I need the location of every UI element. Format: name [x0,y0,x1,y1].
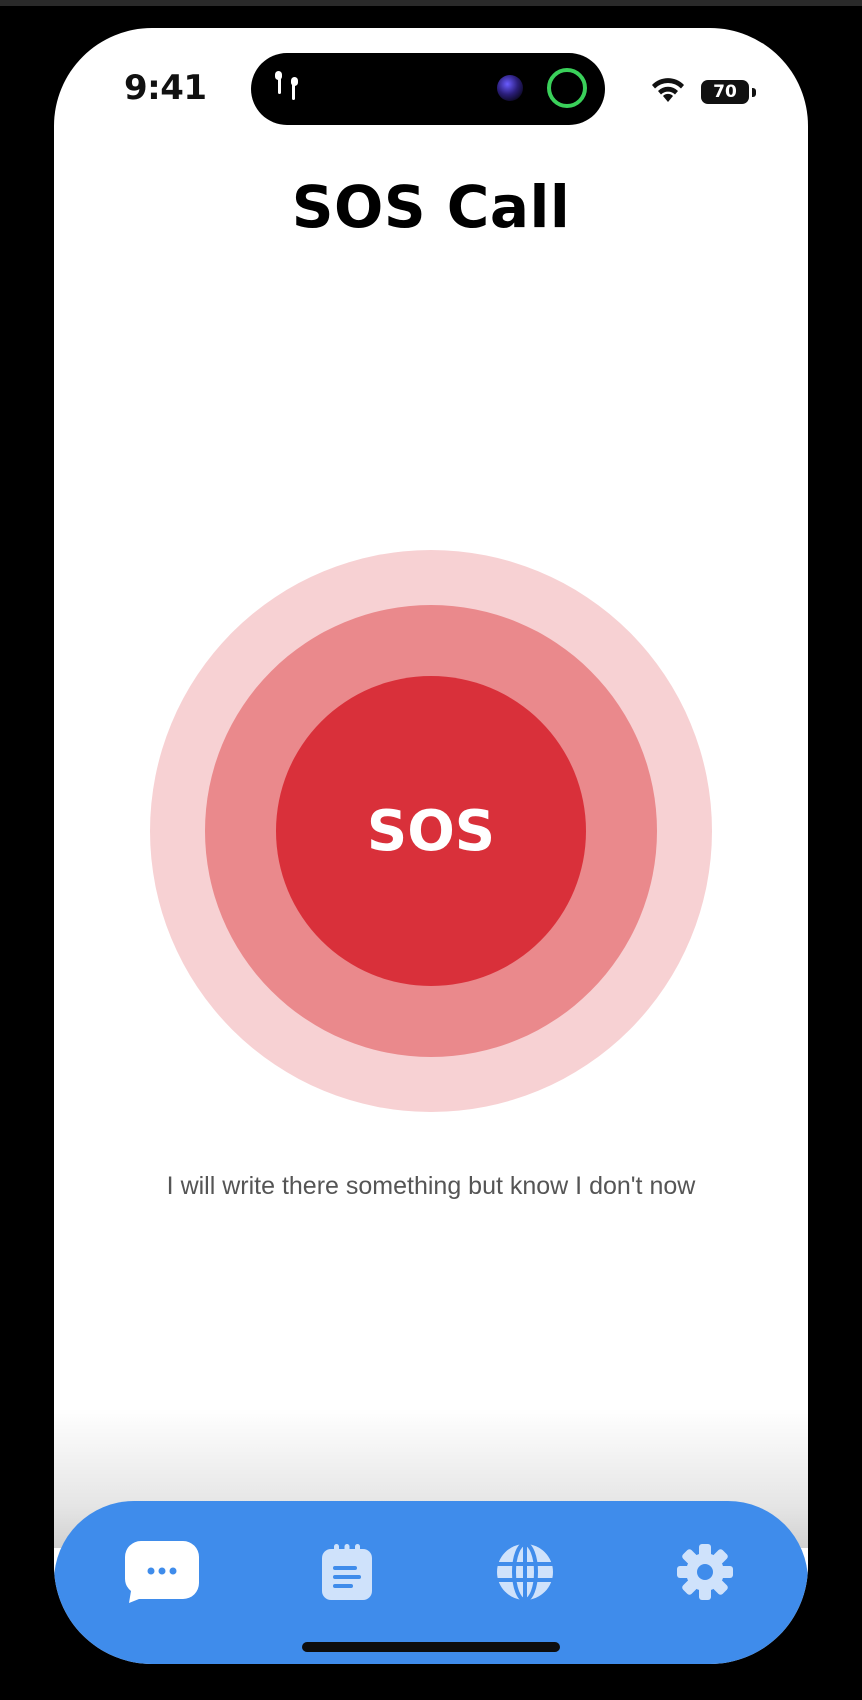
activity-ring-icon [547,68,587,108]
chat-bubble-icon [125,1541,199,1603]
battery-icon: 70 [701,80,749,104]
gear-icon [677,1544,733,1600]
tab-settings[interactable] [668,1535,742,1609]
battery-cap [752,88,756,97]
status-time: 9:41 [124,68,207,108]
tab-globe[interactable] [488,1535,562,1609]
tab-notes[interactable] [310,1535,384,1609]
sos-button[interactable]: SOS [276,676,586,986]
dynamic-island[interactable] [251,53,605,125]
screen-top-edge [0,0,862,6]
airpods-icon [275,71,298,100]
page-title: SOS Call [291,173,571,241]
phone-screen: 9:41 70 SOS Call SOS I will write there … [54,28,808,1664]
tab-chat[interactable] [125,1535,199,1609]
camera-icon [497,75,523,101]
notes-icon [322,1544,372,1600]
tab-bar [54,1501,808,1664]
sos-description: I will write there something but know I … [166,1172,696,1200]
home-indicator[interactable] [302,1642,560,1652]
globe-icon [497,1543,553,1601]
wifi-icon [652,78,684,102]
